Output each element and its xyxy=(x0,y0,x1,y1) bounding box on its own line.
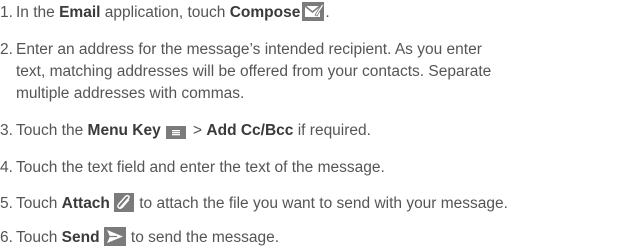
step-text: application, touch xyxy=(100,4,230,21)
step-text: Touch xyxy=(16,195,62,212)
step-4: 4. Touch the text field and enter the tex… xyxy=(0,157,627,179)
step-text-line-2: text, matching addresses will be offered… xyxy=(16,63,492,80)
email-app-label: Email xyxy=(59,4,101,21)
step-6: 6. Touch Send to send the message. xyxy=(0,227,627,249)
step-text: Touch xyxy=(16,229,62,246)
step-number: 5. xyxy=(0,195,13,212)
step-number: 2. xyxy=(0,41,13,58)
attach-icon xyxy=(113,193,134,212)
step-text: Touch the text field and enter the text … xyxy=(16,159,385,176)
compose-label: Compose xyxy=(229,4,301,21)
step-number: 1. xyxy=(0,4,13,21)
step-number: 4. xyxy=(0,159,13,176)
step-2: 2. Enter an address for the message’s int… xyxy=(0,39,627,105)
step-text: if required. xyxy=(293,122,371,139)
step-text: to attach the file you want to send with… xyxy=(134,195,508,212)
step-text: to send the message. xyxy=(126,229,280,246)
compose-icon xyxy=(302,2,325,21)
step-number: 6. xyxy=(0,229,13,246)
step-text: > xyxy=(188,122,207,139)
step-1: 1. In the Email application, touch Compos… xyxy=(0,2,627,24)
step-3: 3. Touch the Menu Key > Add Cc/Bcc if req… xyxy=(0,120,627,142)
menu-key-label: Menu Key xyxy=(87,122,161,139)
send-label: Send xyxy=(61,229,100,246)
step-text-line-1: Enter an address for the message’s inten… xyxy=(16,41,482,58)
add-cc-bcc-label: Add Cc/Bcc xyxy=(206,122,294,139)
step-text-line-3: multiple addresses with commas. xyxy=(16,85,245,102)
step-number: 3. xyxy=(0,122,13,139)
attach-label: Attach xyxy=(61,195,110,212)
step-text: In the xyxy=(16,4,60,21)
instruction-list: 1. In the Email application, touch Compos… xyxy=(0,0,627,248)
step-5: 5. Touch Attach to attach the file you wa… xyxy=(0,193,627,215)
menu-key-icon xyxy=(165,126,186,139)
step-text: Touch the xyxy=(16,122,88,139)
send-icon xyxy=(103,227,126,246)
